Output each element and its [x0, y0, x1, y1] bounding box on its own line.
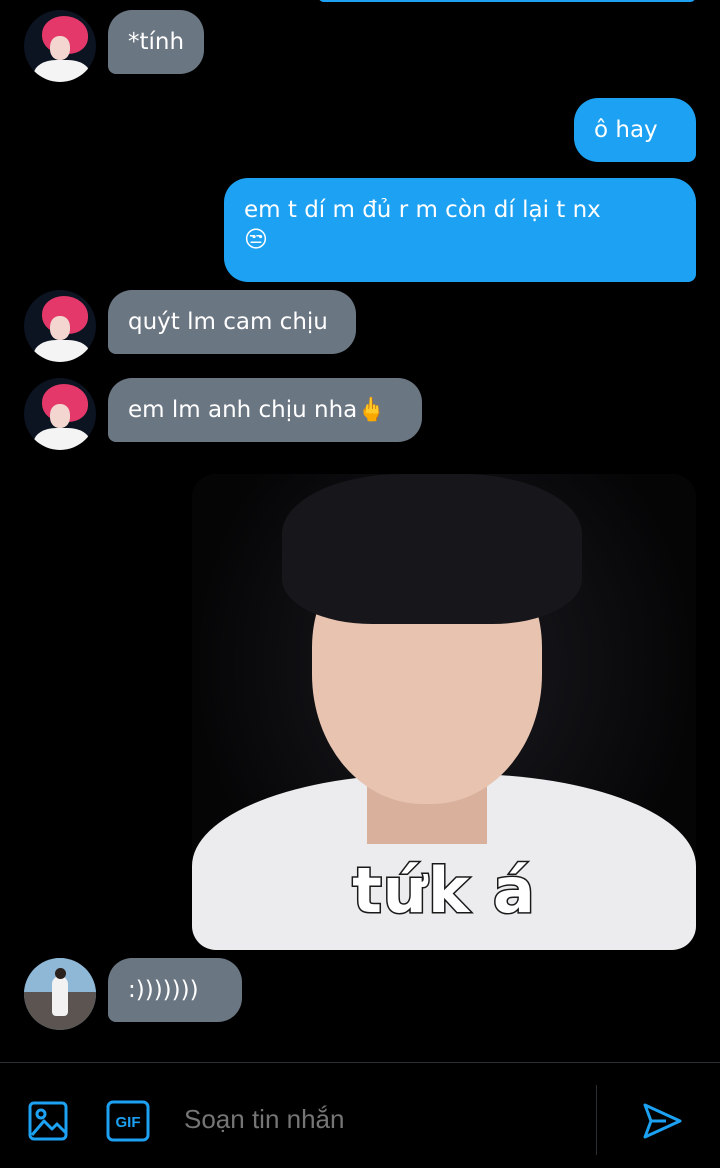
received-message[interactable]: *tính: [108, 10, 205, 74]
message-text: em lm anh chịu nha🖕: [128, 397, 386, 423]
received-message[interactable]: :))))))): [108, 958, 242, 1022]
gif-icon: GIF: [106, 1100, 150, 1142]
message-emoji: 😒: [244, 227, 268, 253]
send-icon: [643, 1103, 682, 1139]
sent-image-message[interactable]: tứk á: [192, 474, 696, 950]
add-photo-button[interactable]: [26, 1099, 70, 1143]
sender-avatar[interactable]: [24, 378, 96, 450]
previous-sent-message[interactable]: [318, 0, 696, 2]
message-text: quýt lm cam chịu: [128, 309, 328, 335]
gif-label: GIF: [116, 1114, 141, 1131]
composer-divider: [596, 1085, 597, 1155]
message-text: :))))))): [128, 977, 199, 1003]
photo-hair: [282, 474, 582, 624]
message-input[interactable]: [170, 1093, 580, 1145]
conversation-thread[interactable]: *tính ô hay em t dí m đủ r m còn dí lại …: [0, 0, 720, 1062]
sent-message[interactable]: em t dí m đủ r m còn dí lại t nx 😒: [224, 178, 696, 282]
message-composer: GIF: [0, 1062, 720, 1168]
received-message[interactable]: quýt lm cam chịu: [108, 290, 356, 354]
message-text: em t dí m đủ r m còn dí lại t nx: [244, 197, 601, 223]
add-gif-button[interactable]: GIF: [106, 1099, 150, 1143]
sender-avatar[interactable]: [24, 290, 96, 362]
sender-avatar[interactable]: [24, 10, 96, 82]
message-text: *tính: [128, 29, 185, 55]
sent-message[interactable]: ô hay: [574, 98, 696, 162]
sender-avatar[interactable]: [24, 958, 96, 1030]
received-message[interactable]: em lm anh chịu nha🖕: [108, 378, 422, 442]
image-icon: [28, 1101, 68, 1141]
send-button[interactable]: [640, 1099, 684, 1143]
message-text: ô hay: [594, 117, 658, 143]
image-caption: tứk á: [351, 853, 536, 929]
